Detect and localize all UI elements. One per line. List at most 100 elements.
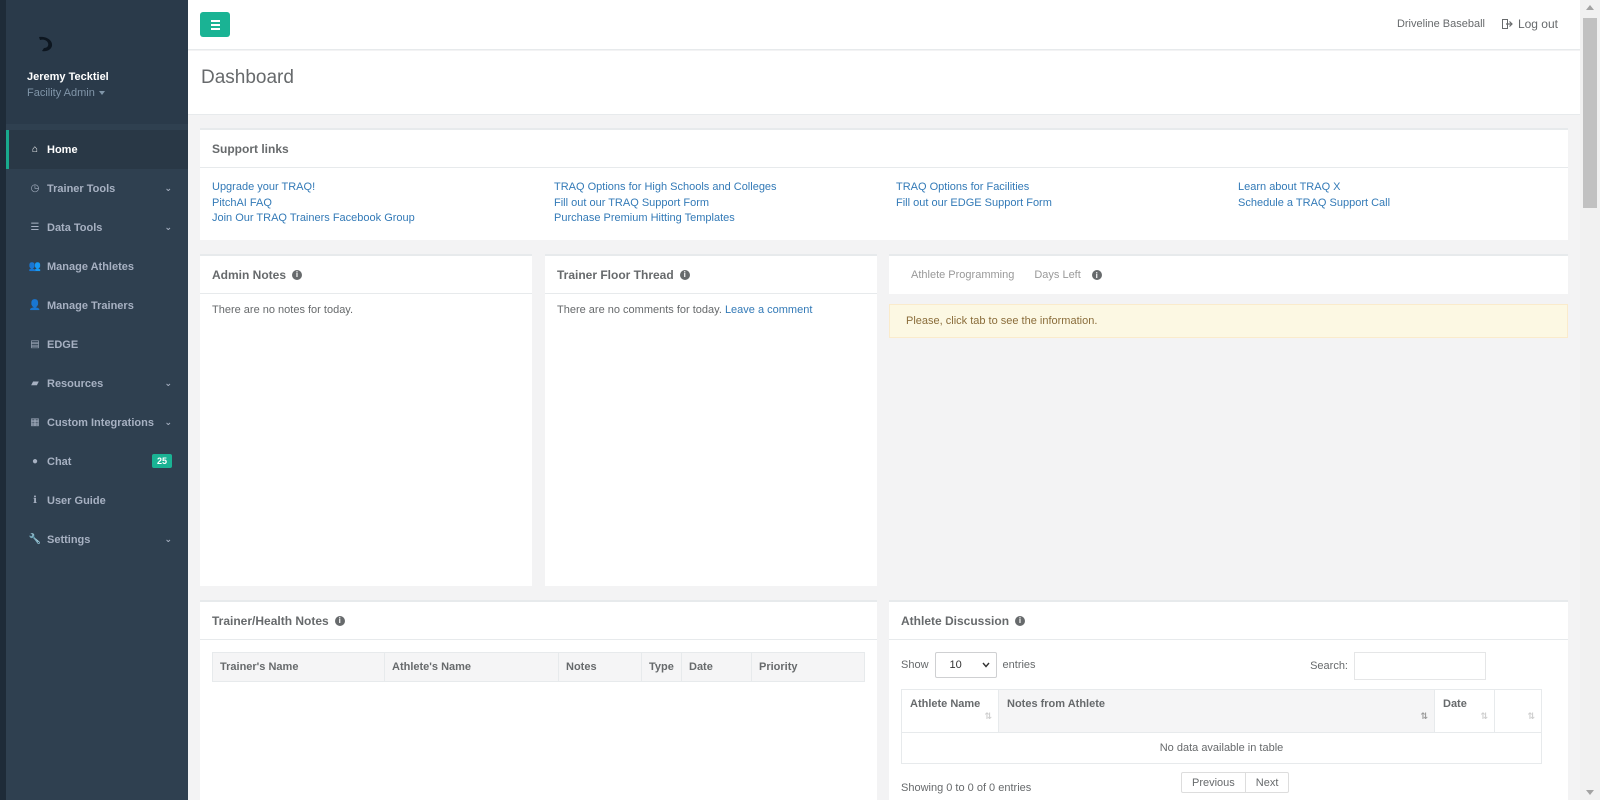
- support-link[interactable]: PitchAI FAQ: [212, 196, 554, 212]
- entries-label: entries: [1002, 659, 1036, 671]
- hamburger-line: [210, 23, 220, 26]
- users-icon: 👥: [28, 261, 42, 272]
- sidebar-item-label: Resources: [47, 377, 104, 390]
- column-header-label: Athlete Name: [910, 698, 981, 710]
- pagination: Previous Next: [1181, 772, 1290, 793]
- comment-icon: ●: [31, 456, 39, 467]
- scrollbar-thumb[interactable]: [1583, 18, 1597, 208]
- support-link[interactable]: Schedule a TRAQ Support Call: [1238, 196, 1580, 212]
- support-link[interactable]: Learn about TRAQ X: [1238, 180, 1580, 196]
- table-header-row: Athlete Name ⇅ Notes from Athlete ⇅ Date…: [901, 689, 1542, 733]
- scroll-up-icon[interactable]: [1586, 5, 1594, 10]
- column-header-athletes-name[interactable]: Athlete's Name: [385, 653, 559, 681]
- admin-notes-header: Admin Notes i: [200, 256, 532, 294]
- leave-comment-link[interactable]: Leave a comment: [725, 304, 812, 316]
- column-header-date[interactable]: Date: [682, 653, 752, 681]
- column-header-trainers-name[interactable]: Trainer's Name: [213, 653, 385, 681]
- sidebar-item-home[interactable]: ⌂ Home: [6, 130, 188, 169]
- admin-notes-title: Admin Notes: [212, 267, 287, 282]
- programming-alert: Please, click tab to see the information…: [889, 304, 1568, 338]
- caret-down-icon: [98, 91, 105, 96]
- admin-notes-panel: Admin Notes i There are no notes for tod…: [200, 254, 532, 586]
- tab-days-left-wrap: Days Left i: [1034, 269, 1102, 281]
- tab-days-left[interactable]: Days Left: [1034, 269, 1080, 281]
- sidebar: Jeremy Tecktiel Facility Admin ⌂ Home ◷ Tra…: [6, 0, 188, 800]
- user-role-dropdown[interactable]: Facility Admin: [27, 87, 105, 99]
- table-info: Showing 0 to 0 of 0 entries: [901, 782, 1032, 794]
- sort-icon: ⇅: [1480, 711, 1488, 721]
- support-links-column: TRAQ Options for Facilities Fill out our …: [896, 180, 1238, 227]
- user-role-label: Facility Admin: [27, 87, 95, 99]
- column-header-type[interactable]: Type: [642, 653, 682, 681]
- support-link[interactable]: Upgrade your TRAQ!: [212, 180, 554, 196]
- sidebar-item-manage-trainers[interactable]: 👤 Manage Trainers: [6, 286, 188, 325]
- sidebar-nav: ⌂ Home ◷ Trainer Tools ⌄ ☰ Data Tools ⌄ 👥 Manage …: [6, 130, 188, 559]
- support-link[interactable]: Join Our TRAQ Trainers Facebook Group: [212, 211, 554, 227]
- sidebar-item-label: User Guide: [47, 494, 106, 507]
- profile-header: Jeremy Tecktiel Facility Admin: [6, 0, 188, 124]
- entries-select[interactable]: 10: [934, 652, 997, 678]
- programming-tabs: Athlete Programming Days Left i: [889, 254, 1568, 294]
- chat-count-badge: 25: [151, 454, 172, 468]
- column-header-priority[interactable]: Priority: [752, 653, 864, 681]
- sidebar-item-settings[interactable]: 🔧 Settings ⌄: [6, 520, 188, 559]
- sidebar-item-label: Settings: [47, 533, 91, 546]
- sidebar-item-edge[interactable]: ▤ EDGE: [6, 325, 188, 364]
- sidebar-item-user-guide[interactable]: ℹ User Guide: [6, 481, 188, 520]
- sidebar-item-manage-athletes[interactable]: 👥 Manage Athletes: [6, 247, 188, 286]
- support-link[interactable]: TRAQ Options for High Schools and Colleg…: [554, 180, 896, 196]
- support-links-column: TRAQ Options for High Schools and Colleg…: [554, 180, 896, 227]
- page-scrollbar[interactable]: [1580, 0, 1600, 800]
- scroll-down-icon[interactable]: [1586, 790, 1594, 795]
- next-button[interactable]: Next: [1244, 773, 1289, 792]
- info-circle-icon[interactable]: i: [1015, 615, 1026, 626]
- entries-length-control: Show 10 entries: [901, 652, 1036, 678]
- info-circle-icon[interactable]: i: [292, 269, 303, 280]
- home-icon: ⌂: [31, 144, 39, 155]
- info-circle-icon[interactable]: i: [679, 269, 690, 280]
- previous-button[interactable]: Previous: [1182, 773, 1245, 792]
- support-links-column: Learn about TRAQ X Schedule a TRAQ Suppor…: [1238, 180, 1580, 227]
- search-input[interactable]: [1354, 652, 1486, 680]
- table-empty-row: No data available in table: [901, 733, 1542, 764]
- table-controls: Show 10 entries Search:: [889, 640, 1568, 682]
- health-notes-title: Trainer/Health Notes: [212, 613, 329, 628]
- sort-icon: ⇅: [1527, 711, 1535, 721]
- logout-label: Log out: [1517, 17, 1558, 31]
- sidebar-item-label: EDGE: [47, 338, 79, 351]
- sidebar-item-custom-integrations[interactable]: ▦ Custom Integrations ⌄: [6, 403, 188, 442]
- info-circle-icon[interactable]: i: [1091, 270, 1102, 280]
- column-header-actions[interactable]: ⇅: [1495, 690, 1541, 732]
- sidebar-item-label: Home: [47, 143, 78, 156]
- support-link[interactable]: TRAQ Options for Facilities: [896, 180, 1238, 196]
- page-heading: Dashboard: [188, 51, 1580, 115]
- tab-athlete-programming[interactable]: Athlete Programming: [911, 269, 1014, 281]
- support-link[interactable]: Purchase Premium Hitting Templates: [554, 211, 896, 227]
- sidebar-item-chat[interactable]: ● Chat 25: [6, 442, 188, 481]
- menu-toggle-button[interactable]: [200, 12, 230, 37]
- chevron-down-icon: ⌄: [164, 222, 172, 232]
- sidebar-item-trainer-tools[interactable]: ◷ Trainer Tools ⌄: [6, 169, 188, 208]
- clock-icon: ◷: [30, 183, 40, 194]
- user-name[interactable]: Jeremy Tecktiel: [27, 71, 109, 83]
- entries-select-value: 10: [949, 659, 962, 671]
- show-label: Show: [901, 659, 929, 671]
- column-header-label: Notes from Athlete: [1007, 698, 1105, 710]
- wrench-icon: 🔧: [28, 534, 42, 545]
- support-link[interactable]: Fill out our EDGE Support Form: [896, 196, 1238, 212]
- page-title: Dashboard: [201, 67, 294, 88]
- info-circle-icon[interactable]: i: [334, 615, 345, 626]
- column-header-date[interactable]: Date ⇅: [1435, 690, 1495, 732]
- brand-logo-icon[interactable]: [36, 34, 58, 56]
- trainer-thread-empty: There are no comments for today.: [557, 304, 722, 316]
- column-header-notes[interactable]: Notes: [559, 653, 642, 681]
- sidebar-item-label: Manage Athletes: [47, 260, 135, 273]
- column-header-athlete-name[interactable]: Athlete Name ⇅: [902, 690, 999, 732]
- support-link[interactable]: Fill out our TRAQ Support Form: [554, 196, 896, 212]
- trainer-health-notes-panel: Trainer/Health Notes i Trainer's Name At…: [200, 600, 877, 800]
- sidebar-item-resources[interactable]: ▰ Resources ⌄: [6, 364, 188, 403]
- column-header-notes-from-athlete[interactable]: Notes from Athlete ⇅: [999, 690, 1435, 732]
- user-plus-icon: 👤: [28, 300, 42, 311]
- sidebar-item-data-tools[interactable]: ☰ Data Tools ⌄: [6, 208, 188, 247]
- logout-link[interactable]: Log out: [1501, 17, 1558, 31]
